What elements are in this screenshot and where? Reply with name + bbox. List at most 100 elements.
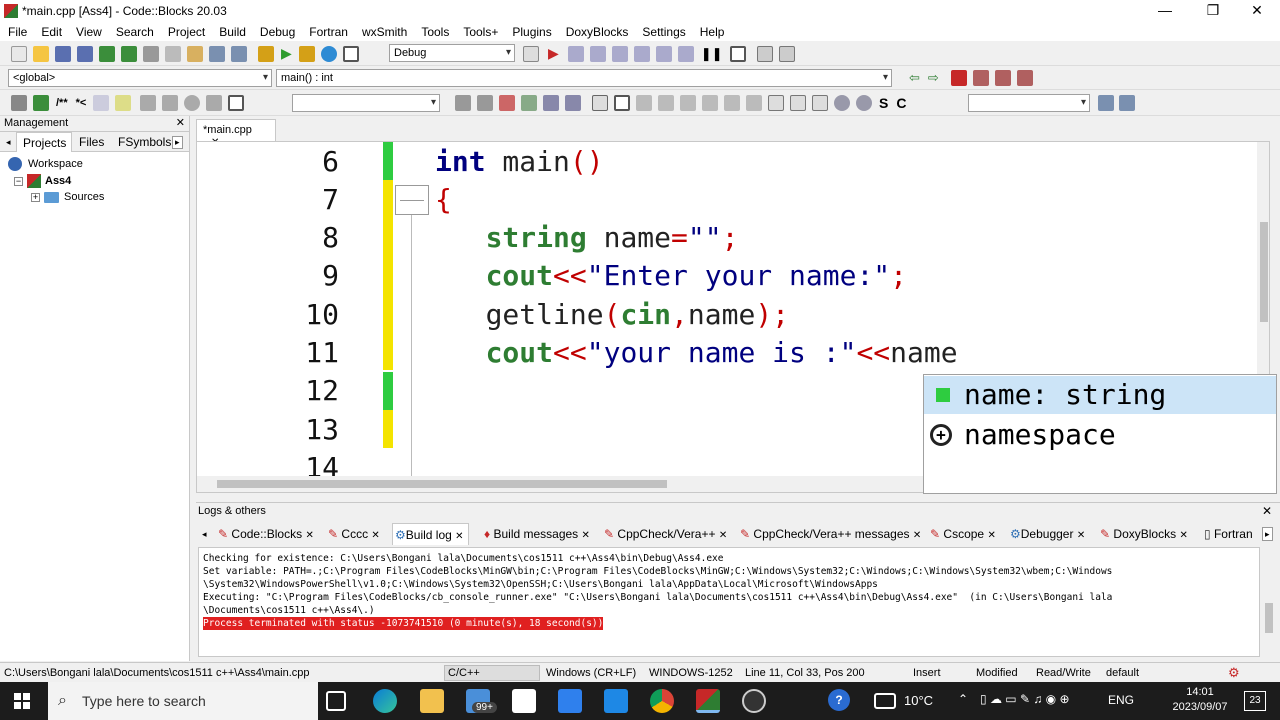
clear-bookmarks-icon[interactable] bbox=[1016, 70, 1033, 86]
tab-cscope[interactable]: ✎ Cscope ✕ bbox=[930, 525, 996, 543]
close-icon[interactable]: ✕ bbox=[176, 116, 185, 131]
task-view-icon[interactable] bbox=[326, 691, 346, 711]
pause-icon[interactable]: ❚❚ bbox=[701, 46, 723, 62]
menu-tools-plus[interactable]: Tools+ bbox=[463, 25, 498, 39]
save-icon[interactable] bbox=[55, 45, 71, 62]
input-language[interactable]: ENG bbox=[1108, 693, 1134, 707]
tree-project-ass4[interactable]: − Ass4 bbox=[14, 174, 71, 188]
tab-projects[interactable]: Projects bbox=[16, 132, 72, 152]
symbol-find-icon[interactable] bbox=[1098, 95, 1114, 111]
replace-icon[interactable] bbox=[231, 45, 247, 62]
codeblocks-taskbar-icon[interactable] bbox=[696, 689, 720, 713]
abort-icon[interactable] bbox=[342, 45, 359, 62]
tree-workspace[interactable]: Workspace bbox=[8, 157, 83, 171]
shape-a-icon[interactable] bbox=[768, 95, 784, 111]
step-into-icon[interactable] bbox=[611, 45, 628, 62]
layout-d-icon[interactable] bbox=[702, 95, 718, 111]
tab-cppcheck[interactable]: ✎ CppCheck/Vera++ ✕ bbox=[604, 525, 727, 543]
menu-settings[interactable]: Settings bbox=[642, 25, 685, 39]
stop-debugger-icon[interactable] bbox=[729, 45, 746, 62]
edge-icon[interactable] bbox=[373, 689, 397, 713]
tab-files[interactable]: Files bbox=[79, 135, 104, 149]
close-icon[interactable]: ✕ bbox=[913, 530, 921, 541]
tab-scroll-left-icon[interactable]: ◂ bbox=[6, 137, 11, 148]
menu-project[interactable]: Project bbox=[168, 25, 205, 39]
tab-doxyblocks[interactable]: ✎ DoxyBlocks ✕ bbox=[1100, 525, 1188, 543]
run-to-cursor-icon[interactable] bbox=[567, 45, 584, 62]
menu-search[interactable]: Search bbox=[116, 25, 154, 39]
clear-icon[interactable] bbox=[228, 95, 245, 111]
menu-wxsmith[interactable]: wxSmith bbox=[362, 25, 407, 39]
next-line-icon[interactable] bbox=[589, 45, 606, 62]
mhp-app-icon[interactable] bbox=[604, 689, 628, 713]
obs-icon[interactable] bbox=[742, 689, 766, 713]
tab-codeblocks[interactable]: ✎ Code::Blocks ✕ bbox=[218, 525, 314, 543]
keyboard-icon[interactable] bbox=[874, 693, 896, 709]
layout-b-icon[interactable] bbox=[658, 95, 674, 111]
clock[interactable]: 14:01 2023/09/07 bbox=[1164, 685, 1236, 715]
menu-view[interactable]: View bbox=[76, 25, 102, 39]
find-icon[interactable] bbox=[209, 45, 225, 62]
close-icon[interactable]: ✕ bbox=[1179, 530, 1187, 541]
tab-cppcheck-messages[interactable]: ✎ CppCheck/Vera++ messages ✕ bbox=[740, 525, 921, 543]
debug-windows-icon[interactable] bbox=[756, 45, 773, 62]
paste-icon[interactable] bbox=[187, 45, 203, 62]
step-out-icon[interactable] bbox=[633, 45, 650, 62]
undo-icon[interactable] bbox=[99, 45, 115, 62]
close-icon[interactable]: ✕ bbox=[305, 530, 313, 541]
incremental-search-input[interactable]: ▾ bbox=[292, 94, 440, 112]
layout-f-icon[interactable] bbox=[746, 95, 762, 111]
tab-fortran[interactable]: ▯ Fortran bbox=[1204, 525, 1253, 543]
rebuild-icon[interactable] bbox=[320, 45, 337, 62]
amazon-icon[interactable] bbox=[512, 689, 536, 713]
layout-a-icon[interactable] bbox=[636, 95, 652, 111]
nav-prev-icon[interactable] bbox=[162, 95, 179, 111]
search-next-icon[interactable] bbox=[477, 95, 493, 111]
doxy-extract-icon[interactable] bbox=[33, 95, 49, 111]
menu-help[interactable]: Help bbox=[700, 25, 725, 39]
file-explorer-icon[interactable] bbox=[420, 689, 444, 713]
log-scrollbar[interactable] bbox=[1262, 547, 1276, 657]
scrollbar-thumb[interactable] bbox=[1260, 222, 1268, 322]
menu-file[interactable]: File bbox=[8, 25, 27, 39]
windows-start-icon[interactable] bbox=[14, 693, 30, 709]
zoom-in-icon[interactable] bbox=[834, 95, 850, 111]
close-icon[interactable]: ✕ bbox=[1262, 504, 1272, 518]
save-all-icon[interactable] bbox=[77, 45, 93, 62]
autocomplete-item[interactable]: + namespace bbox=[924, 416, 1276, 454]
shape-c-icon[interactable] bbox=[812, 95, 828, 111]
zoom-out-icon[interactable] bbox=[856, 95, 872, 111]
tool-icon[interactable] bbox=[140, 95, 157, 111]
menu-build[interactable]: Build bbox=[219, 25, 246, 39]
maximize-button[interactable]: ❐ bbox=[1190, 0, 1236, 22]
debug-start-icon[interactable]: ▶ bbox=[548, 45, 559, 62]
next-bookmark-icon[interactable] bbox=[994, 70, 1011, 86]
help-icon[interactable]: ? bbox=[828, 689, 850, 711]
tree-sources[interactable]: + Sources bbox=[31, 191, 104, 203]
function-select[interactable]: main() : int ▾ bbox=[276, 69, 892, 87]
chrome-icon[interactable] bbox=[650, 689, 674, 713]
settings-icon[interactable] bbox=[1119, 95, 1135, 111]
tab-scroll-left-icon[interactable]: ◂ bbox=[202, 525, 207, 543]
selected-text-icon[interactable] bbox=[521, 95, 537, 111]
tab-fsymbols[interactable]: FSymbols bbox=[118, 135, 171, 149]
symbol-search-input[interactable]: ▾ bbox=[968, 94, 1090, 112]
jump-back-icon[interactable]: ⇦ bbox=[909, 70, 920, 86]
weather-temperature[interactable]: 10°C bbox=[904, 693, 933, 708]
redo-icon[interactable] bbox=[121, 45, 137, 62]
build-target-select[interactable]: Debug ▾ bbox=[389, 44, 515, 62]
various-info-icon[interactable] bbox=[778, 45, 795, 62]
tab-scroll-right-icon[interactable]: ▸ bbox=[172, 136, 183, 149]
copy-icon[interactable] bbox=[165, 45, 181, 62]
taskbar-search-input[interactable]: ⌕ Type here to search bbox=[48, 682, 318, 720]
tab-scroll-right-icon[interactable]: ▸ bbox=[1262, 527, 1273, 541]
gear-icon[interactable]: ⚙ bbox=[1228, 665, 1240, 681]
nav-stop-icon[interactable] bbox=[184, 95, 201, 111]
layout-e-icon[interactable] bbox=[724, 95, 740, 111]
tab-cccc[interactable]: ✎ Cccc ✕ bbox=[328, 525, 380, 543]
tray-icons[interactable]: ▯ ☁ ▭ ✎ ♫ ◉ ⊕ bbox=[980, 692, 1070, 706]
chevron-up-icon[interactable]: ⌃ bbox=[958, 692, 968, 706]
tab-main-cpp[interactable]: *main.cpp ✕ bbox=[196, 119, 276, 148]
fold-collapse-icon[interactable] bbox=[395, 185, 429, 215]
build-log-output[interactable]: Checking for existence: C:\Users\Bongani… bbox=[198, 547, 1260, 657]
